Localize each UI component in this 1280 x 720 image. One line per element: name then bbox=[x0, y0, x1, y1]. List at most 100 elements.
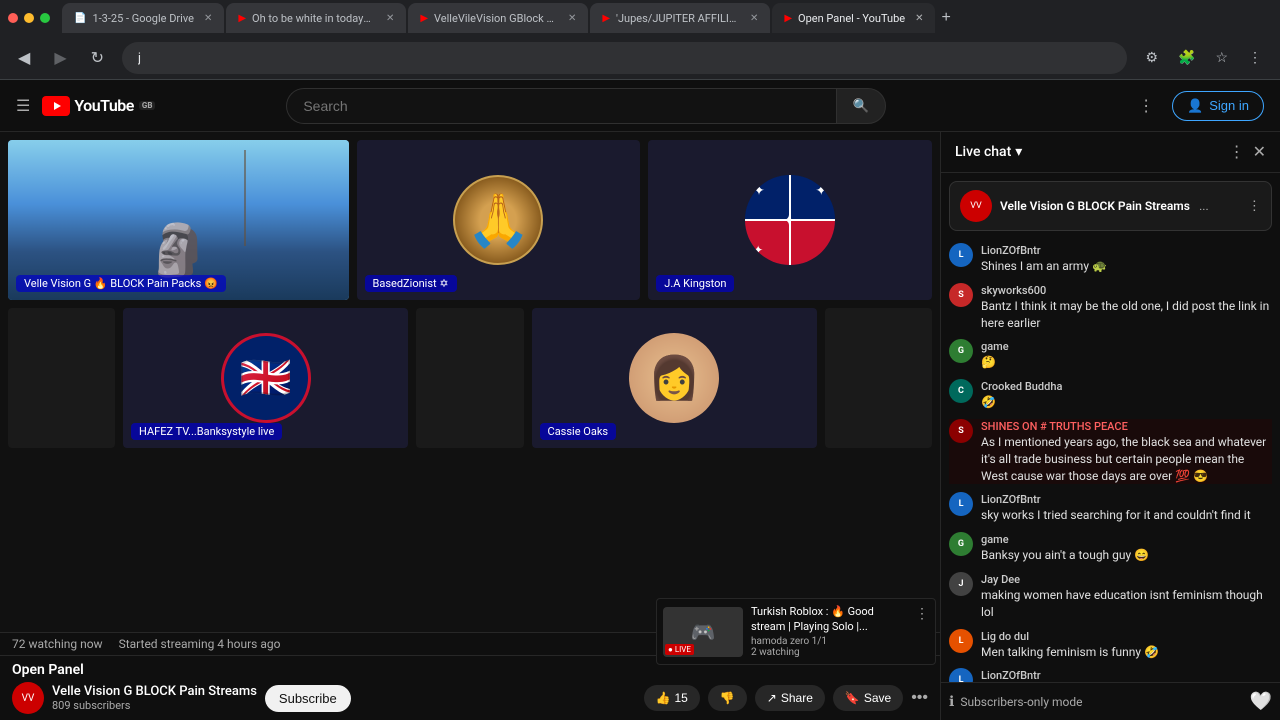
participant-name-basedzionist: BasedZionist ✡ bbox=[365, 275, 457, 292]
msg-content-m2: skyworks600 Bantz I think it may be the … bbox=[981, 283, 1272, 332]
msg-avatar-m2: S bbox=[949, 283, 973, 307]
participants-row-bottom: 🇬🇧 HAFEZ TV...Banksystyle live bbox=[8, 308, 932, 448]
browser-tab-4[interactable]: ▶ 'Jupes/JUPITER AFFILIATED' yout... ✕ bbox=[590, 3, 770, 33]
msg-text-m8: making women have education isnt feminis… bbox=[981, 587, 1272, 621]
thumbs-down-icon: 👎 bbox=[720, 691, 735, 705]
chat-message-m7: G game Banksy you ain't a tough guy 😄 bbox=[949, 532, 1272, 564]
chevron-down-icon[interactable]: ▾ bbox=[1015, 144, 1022, 160]
msg-content-m8: Jay Dee making women have education isnt… bbox=[981, 572, 1272, 621]
live-badge: ● LIVE bbox=[665, 644, 694, 655]
youtube-region-badge: GB bbox=[139, 101, 156, 110]
chat-header: Live chat ▾ ⋮ ✕ bbox=[941, 132, 1280, 173]
like-button[interactable]: 👍 15 bbox=[644, 685, 700, 711]
save-icon: 🔖 bbox=[845, 691, 860, 705]
msg-text-m3: 🤔 bbox=[981, 354, 1272, 371]
msg-avatar-m7: G bbox=[949, 532, 973, 556]
chat-message-m5: S SHINES ON # TRUTHS PEACE As I mentione… bbox=[949, 419, 1272, 484]
participant-ja-kingston: ✦ ✦ ✦ ✦ J.A Kingston bbox=[648, 140, 932, 300]
star-2: ✦ bbox=[815, 183, 827, 199]
msg-text-m9: Men talking feminism is funny 🤣 bbox=[981, 644, 1272, 661]
address-bar[interactable] bbox=[122, 42, 1127, 74]
participant-empty-2 bbox=[416, 308, 523, 448]
msg-username-m2: skyworks600 bbox=[981, 284, 1046, 297]
chat-more-button[interactable]: ⋮ bbox=[1229, 142, 1245, 162]
msg-content-m6: LionZOfBntr sky works I tried searching … bbox=[981, 492, 1272, 524]
youtube-logo[interactable]: YouTube GB bbox=[42, 96, 155, 116]
subscribe-button[interactable]: Subscribe bbox=[265, 685, 351, 712]
msg-username-m4: Crooked Buddha bbox=[981, 380, 1062, 393]
msg-content-m4: Crooked Buddha 🤣 bbox=[981, 379, 1272, 411]
msg-username-m5: SHINES ON # TRUTHS PEACE bbox=[981, 420, 1128, 433]
channel-info: Velle Vision G BLOCK Pain Streams 809 su… bbox=[52, 684, 257, 712]
chat-title: Live chat ▾ bbox=[955, 144, 1022, 160]
star-1: ✦ bbox=[753, 183, 765, 199]
search-input[interactable] bbox=[286, 88, 835, 124]
profile-button[interactable]: ⚙ bbox=[1139, 45, 1164, 70]
browser-tab-5[interactable]: ▶ Open Panel - YouTube ✕ bbox=[772, 3, 935, 33]
msg-username-m10: LionZOfBntr bbox=[981, 669, 1041, 682]
suggested-video[interactable]: 🎮 ● LIVE Turkish Roblox : 🔥 Good stream … bbox=[656, 598, 936, 665]
msg-text-m2: Bantz I think it may be the old one, I d… bbox=[981, 298, 1272, 332]
chat-messages[interactable]: L LionZOfBntr Shines I am an army 🐢 S sk… bbox=[941, 239, 1280, 682]
participants-row-top: 🗿 Velle Vision G 🔥 BLOCK Pain Packs 😡 bbox=[8, 140, 932, 300]
video-actions: 👍 15 👎 ↗ Share 🔖 Save ••• bbox=[644, 685, 928, 711]
participant-name-velle: Velle Vision G 🔥 BLOCK Pain Packs 😡 bbox=[16, 275, 226, 292]
msg-username-m1: LionZOfBntr bbox=[981, 244, 1041, 257]
browser-tabs: 📄 1-3-25 - Google Drive ✕ ▶ Oh to be whi… bbox=[62, 3, 1272, 33]
msg-avatar-m3: G bbox=[949, 339, 973, 363]
msg-username-m3: game bbox=[981, 340, 1009, 353]
header-right: ⋮ 👤 Sign in bbox=[1132, 91, 1264, 121]
main-content: Powered by S 🦅 StreamYard bbox=[0, 132, 1280, 720]
more-options-button[interactable]: ⋮ bbox=[1132, 92, 1160, 120]
browser-tab-1[interactable]: 📄 1-3-25 - Google Drive ✕ bbox=[62, 3, 224, 33]
share-button[interactable]: ↗ Share bbox=[755, 685, 825, 711]
save-button[interactable]: 🔖 Save bbox=[833, 685, 903, 711]
more-tools-button[interactable]: ⋮ bbox=[1242, 45, 1268, 70]
suggested-uploader: hamoda zero 1/1 bbox=[751, 636, 907, 647]
dislike-button[interactable]: 👎 bbox=[708, 685, 747, 711]
cassie-avatar: 👩 bbox=[629, 333, 719, 423]
sign-in-button[interactable]: 👤 Sign in bbox=[1172, 91, 1264, 121]
chat-header-actions: ⋮ ✕ bbox=[1229, 142, 1266, 162]
reload-button[interactable]: ↻ bbox=[85, 44, 110, 72]
participant-empty-1 bbox=[8, 308, 115, 448]
msg-text-m1: Shines I am an army 🐢 bbox=[981, 258, 1272, 275]
search-button[interactable]: 🔍 bbox=[836, 88, 887, 124]
forward-button[interactable]: ▶ bbox=[48, 44, 72, 72]
extensions-button[interactable]: 🧩 bbox=[1172, 45, 1201, 70]
new-tab-button[interactable]: + bbox=[937, 5, 954, 31]
pinned-message-content: Velle Vision G BLOCK Pain Streams ... bbox=[1000, 199, 1240, 214]
watching-count: 72 watching now bbox=[12, 637, 103, 651]
bookmarks-button[interactable]: ☆ bbox=[1209, 45, 1234, 70]
msg-avatar-m9: L bbox=[949, 629, 973, 653]
msg-username-m9: Lig do dul bbox=[981, 630, 1029, 643]
youtube-header: ☰ YouTube GB 🔍 ⋮ 👤 Sign in bbox=[0, 80, 1280, 132]
search-icon: 🔍 bbox=[853, 98, 870, 113]
heart-button[interactable]: 🤍 bbox=[1250, 691, 1272, 712]
more-actions-button[interactable]: ••• bbox=[911, 689, 928, 707]
msg-content-m7: game Banksy you ain't a tough guy 😄 bbox=[981, 532, 1272, 564]
back-button[interactable]: ◀ bbox=[12, 44, 36, 72]
browser-tab-3[interactable]: ▶ VelleVileVision GBlock with Love... ✕ bbox=[408, 3, 588, 33]
search-bar: 🔍 bbox=[286, 88, 886, 124]
suggested-thumb: 🎮 ● LIVE bbox=[663, 607, 743, 657]
participant-basedzionist: 🙏 BasedZionist ✡ bbox=[357, 140, 641, 300]
msg-content-m1: LionZOfBntr Shines I am an army 🐢 bbox=[981, 243, 1272, 275]
suggested-more-button[interactable]: ⋮ bbox=[915, 605, 929, 622]
subscribers-mode: ℹ Subscribers-only mode bbox=[949, 694, 1242, 710]
chat-footer: ℹ Subscribers-only mode 🤍 bbox=[941, 682, 1280, 720]
msg-content-m5: SHINES ON # TRUTHS PEACE As I mentioned … bbox=[981, 419, 1272, 484]
chat-message-m1: L LionZOfBntr Shines I am an army 🐢 bbox=[949, 243, 1272, 275]
participant-cassie: 👩 Cassie Oaks bbox=[532, 308, 817, 448]
hamburger-menu[interactable]: ☰ bbox=[16, 96, 30, 116]
center-star: ✦ bbox=[783, 213, 795, 229]
pinned-more-button[interactable]: ⋮ bbox=[1248, 198, 1261, 214]
user-icon: 👤 bbox=[1187, 98, 1203, 114]
browser-navbar: ◀ ▶ ↻ ⚙ 🧩 ☆ ⋮ bbox=[0, 36, 1280, 80]
suggested-title: Turkish Roblox : 🔥 Good stream | Playing… bbox=[751, 605, 907, 634]
browser-tab-2[interactable]: ▶ Oh to be white in todays UK! - Yo... ✕ bbox=[226, 3, 406, 33]
share-icon: ↗ bbox=[767, 691, 777, 705]
chat-close-button[interactable]: ✕ bbox=[1253, 142, 1266, 162]
mast bbox=[244, 150, 246, 246]
open-panel-title: Open Panel bbox=[12, 662, 84, 678]
